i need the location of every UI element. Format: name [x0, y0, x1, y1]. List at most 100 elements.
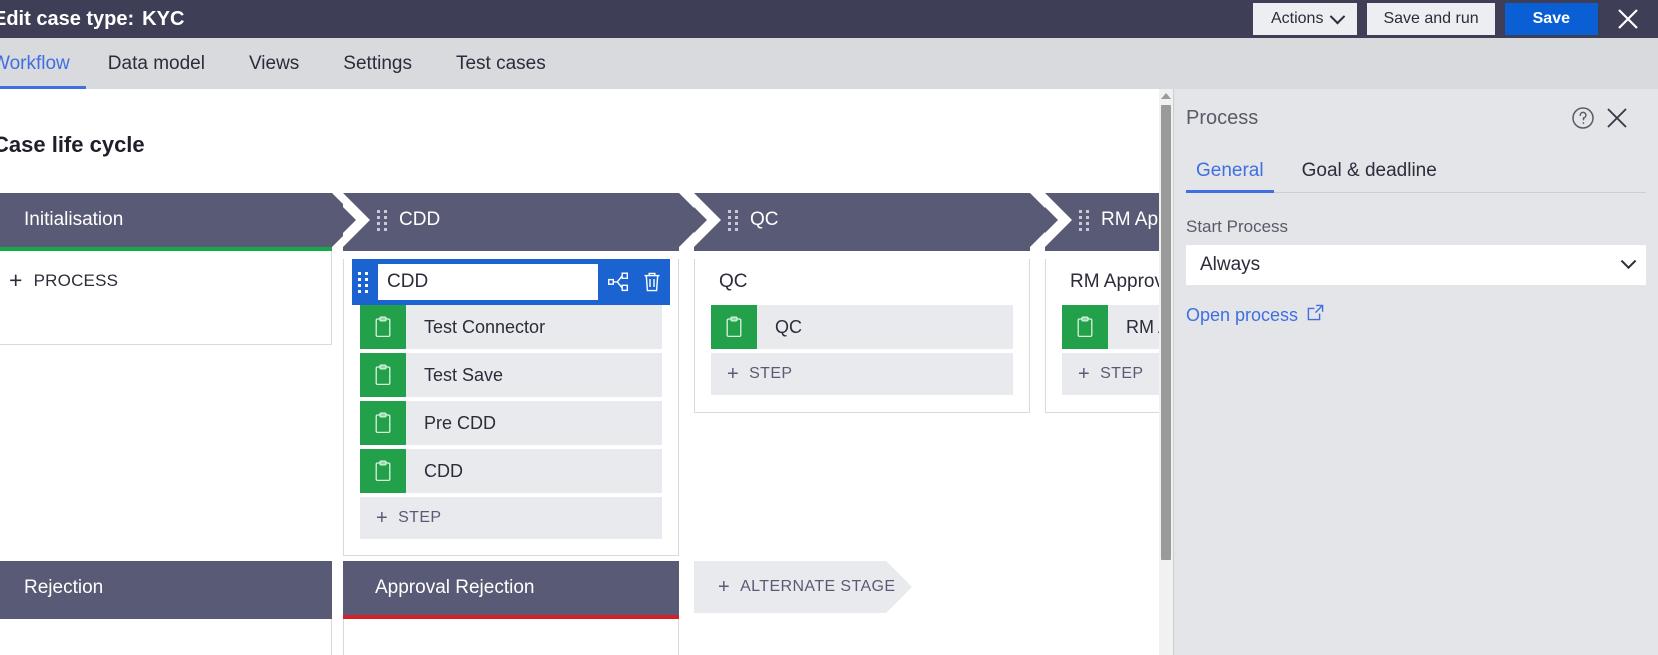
add-step-label: STEP	[1100, 365, 1143, 383]
add-step-button-cdd[interactable]: + STEP	[360, 497, 662, 539]
save-button[interactable]: Save	[1505, 3, 1598, 35]
stage-underline-qc	[694, 247, 1030, 251]
stage-drag-handle-rm-approval[interactable]	[1079, 209, 1089, 231]
stage-rm-approval: RM Approval RM Approval RM App	[1045, 193, 1173, 413]
plus-icon: +	[376, 508, 388, 528]
chevron-down-icon	[1330, 8, 1346, 24]
actions-button[interactable]: Actions	[1253, 3, 1357, 35]
stage-underline-rm-approval	[1045, 247, 1173, 251]
start-process-label: Start Process	[1186, 217, 1658, 237]
process-card-rm-approval: RM Approval RM Approval + STEP	[1054, 259, 1173, 395]
step-row[interactable]: RM Approval	[1062, 305, 1173, 349]
open-process-link[interactable]: Open process	[1186, 304, 1324, 326]
step-row[interactable]: Pre CDD	[360, 401, 662, 445]
stage-name-initialisation: Initialisation	[24, 209, 123, 231]
stage-header-rm-approval[interactable]: RM Approval	[1045, 193, 1173, 247]
process-title-row-cdd	[352, 259, 670, 305]
start-process-value: Always	[1200, 254, 1623, 276]
tab-views[interactable]: Views	[227, 38, 321, 89]
process-properties-panel: Process General Goal & deadline Start Pr…	[1173, 89, 1658, 655]
page-title-label: Edit case type:	[0, 8, 134, 30]
stage-drag-handle-qc[interactable]	[728, 209, 738, 231]
alt-stage-header-approval-rejection[interactable]: Approval Rejection	[343, 561, 679, 615]
page-title-value: KYC	[142, 8, 184, 30]
scroll-thumb[interactable]	[1161, 105, 1171, 560]
stage-header-qc[interactable]: QC	[694, 193, 1030, 247]
top-bar: Edit case type: KYC Actions Save and run …	[0, 0, 1658, 38]
stage-header-cdd[interactable]: CDD	[343, 193, 679, 247]
stage-header-initialisation[interactable]: Initialisation	[0, 193, 332, 247]
process-drag-handle[interactable]	[358, 271, 368, 293]
clipboard-icon	[360, 305, 406, 349]
alt-stage-header-rejection[interactable]: Rejection	[0, 561, 332, 615]
stage-notch-icon	[694, 193, 721, 247]
add-step-button-qc[interactable]: + STEP	[711, 353, 1013, 395]
help-circle-icon[interactable]	[1566, 101, 1600, 135]
stage-body-initialisation: + PROCESS	[0, 251, 332, 345]
step-label: QC	[757, 305, 802, 349]
tab-settings[interactable]: Settings	[321, 38, 434, 89]
panel-tab-general[interactable]: General	[1186, 160, 1274, 192]
add-process-button-initialisation[interactable]: + PROCESS	[9, 251, 331, 310]
panel-close-icon[interactable]	[1600, 101, 1634, 135]
close-icon[interactable]	[1598, 0, 1658, 38]
step-label: Pre CDD	[406, 401, 496, 445]
tab-workflow-label: Workflow	[0, 53, 70, 75]
alt-stage-rejection: Rejection	[0, 561, 332, 655]
stage-name-qc: QC	[750, 209, 779, 231]
process-name-rm-approval: RM Approval	[1070, 271, 1173, 293]
canvas-scrollbar[interactable]	[1159, 89, 1173, 655]
top-bar-actions: Actions Save and run Save	[1253, 0, 1658, 38]
process-name-input[interactable]	[378, 264, 598, 300]
step-label: Test Connector	[406, 305, 545, 349]
external-link-icon	[1307, 304, 1324, 326]
step-row[interactable]: Test Connector	[360, 305, 662, 349]
add-process-label: PROCESS	[34, 271, 119, 291]
alt-stage-name-approval-rejection: Approval Rejection	[375, 577, 534, 599]
panel-tab-bar: General Goal & deadline	[1186, 147, 1646, 193]
step-label: CDD	[406, 449, 463, 493]
page-title: Edit case type: KYC	[0, 8, 184, 31]
add-alternate-stage-label: ALTERNATE STAGE	[740, 578, 895, 596]
scroll-up-arrow-icon[interactable]	[1159, 89, 1173, 103]
process-card-cdd: Test Connector Test Save	[352, 259, 670, 539]
step-label: Test Save	[406, 353, 503, 397]
open-process-label: Open process	[1186, 305, 1298, 326]
panel-tab-general-label: General	[1196, 160, 1264, 181]
panel-tab-goal-deadline[interactable]: Goal & deadline	[1292, 160, 1447, 192]
tab-test-cases[interactable]: Test cases	[434, 38, 568, 89]
panel-title: Process	[1186, 107, 1566, 130]
process-title-row-rm-approval[interactable]: RM Approval	[1054, 259, 1173, 305]
stage-body-cdd: Test Connector Test Save	[343, 259, 679, 556]
save-and-run-button[interactable]: Save and run	[1367, 3, 1494, 35]
canvas-title: Case life cycle	[0, 132, 145, 158]
add-step-button-rm-approval[interactable]: + STEP	[1062, 353, 1173, 395]
stage-notch-icon	[1045, 193, 1072, 247]
stage-notch-icon	[343, 193, 370, 247]
add-step-label: STEP	[749, 365, 792, 383]
start-process-select[interactable]: Always	[1186, 245, 1646, 285]
alt-stage-approval-rejection: Approval Rejection	[343, 561, 679, 655]
plus-icon: +	[1078, 364, 1090, 384]
step-row[interactable]: QC	[711, 305, 1013, 349]
process-name-qc: QC	[719, 271, 748, 293]
tab-workflow[interactable]: Workflow	[0, 38, 86, 89]
stage-qc: QC QC QC	[694, 193, 1030, 413]
step-row[interactable]: CDD	[360, 449, 662, 493]
branch-icon[interactable]	[604, 264, 632, 300]
process-title-row-qc[interactable]: QC	[703, 259, 1021, 305]
clipboard-icon	[1062, 305, 1108, 349]
main-tab-bar: Workflow Data model Views Settings Test …	[0, 38, 1658, 89]
step-row[interactable]: Test Save	[360, 353, 662, 397]
stage-initialisation: Initialisation + PROCESS	[0, 193, 332, 345]
clipboard-icon	[360, 449, 406, 493]
process-card-qc: QC QC + STEP	[703, 259, 1021, 395]
tab-data-model[interactable]: Data model	[86, 38, 227, 89]
clipboard-icon	[711, 305, 757, 349]
stage-drag-handle-cdd[interactable]	[377, 209, 387, 231]
add-alternate-stage-button[interactable]: + ALTERNATE STAGE	[694, 561, 912, 613]
stage-body-qc: QC QC + STEP	[694, 259, 1030, 413]
alt-stage-body-rejection	[0, 619, 332, 655]
stage-cdd: CDD	[343, 193, 679, 556]
trash-icon[interactable]	[638, 264, 666, 300]
